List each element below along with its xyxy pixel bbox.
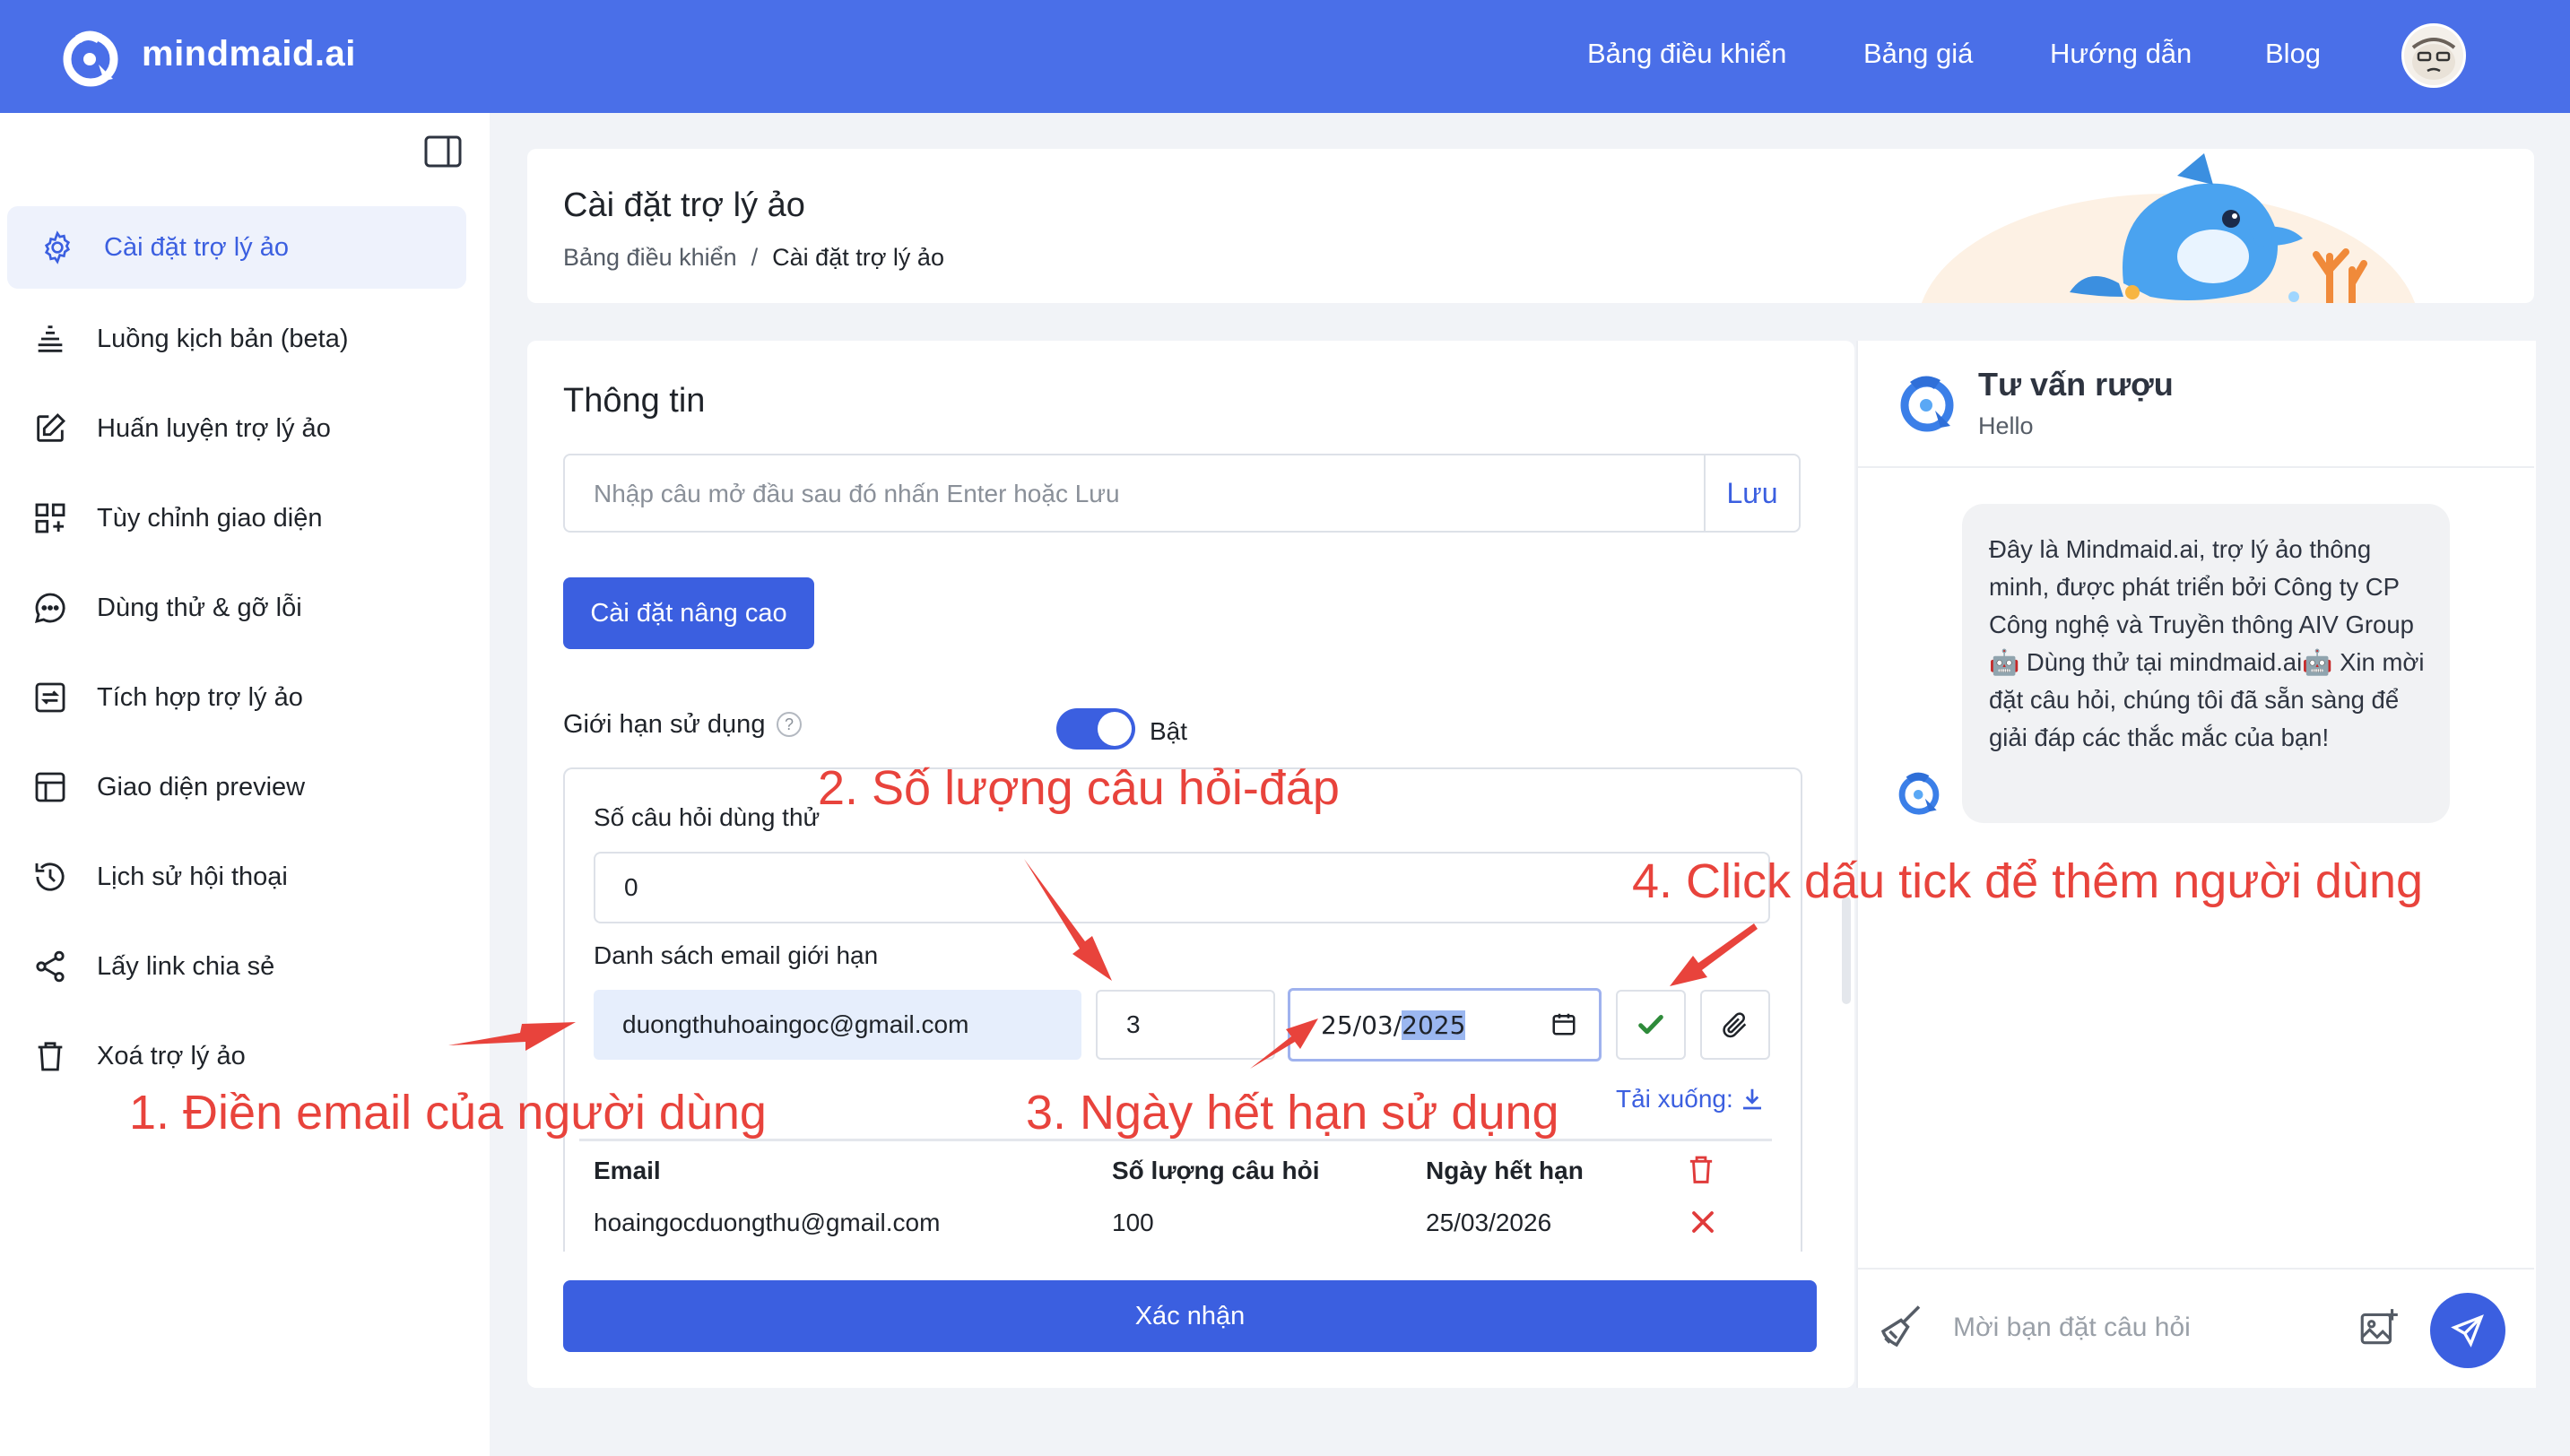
sidebar-item-label: Xoá trợ lý ảo: [97, 1041, 246, 1070]
nav-guide[interactable]: Hướng dẫn: [2050, 38, 2192, 70]
page-header-card: [527, 149, 2534, 303]
sidebar-item-label: Cài đặt trợ lý ảo: [104, 232, 289, 262]
page-title: Cài đặt trợ lý ảo: [563, 186, 805, 224]
date-year: 2025: [1402, 1010, 1466, 1040]
user-avatar[interactable]: [2401, 23, 2466, 88]
add-user-button[interactable]: [1616, 990, 1686, 1060]
history-icon: [30, 857, 70, 897]
usage-limit-label: Giới hạn sử dụng: [563, 710, 766, 739]
email-input[interactable]: duongthuhoaingoc@gmail.com: [594, 990, 1081, 1060]
usage-limit-toggle[interactable]: [1056, 708, 1135, 750]
chat-header-divider: [1856, 466, 2534, 468]
bot-status: Hello: [1978, 412, 2034, 439]
trash-icon: [30, 1036, 70, 1076]
sidebar-item-integration[interactable]: Tích hợp trợ lý ảo: [0, 656, 466, 739]
confirm-button[interactable]: Xác nhận: [563, 1280, 1817, 1352]
stack-icon: [30, 319, 70, 359]
paperclip-icon: [1723, 1012, 1747, 1038]
opening-message-input[interactable]: [565, 455, 1743, 533]
gear-icon: [38, 228, 77, 267]
save-button[interactable]: Lưu: [1704, 455, 1799, 531]
breadcrumb-current: Cài đặt trợ lý ảo: [772, 244, 944, 271]
breadcrumb: Bảng điều khiển / Cài đặt trợ lý ảo: [563, 244, 944, 272]
sidebar-item-label: Lịch sử hội thoại: [97, 862, 288, 891]
download-link[interactable]: Tải xuống:: [1616, 1085, 1766, 1114]
integration-icon: [30, 678, 70, 717]
chat-dots-icon: [30, 588, 70, 628]
add-image-icon[interactable]: [2357, 1305, 2401, 1350]
bot-logo-icon: [1894, 369, 1960, 436]
sidebar-toggle-icon[interactable]: [423, 134, 463, 169]
send-button[interactable]: [2430, 1293, 2505, 1368]
breadcrumb-separator: /: [751, 244, 759, 271]
bot-name: Tư vấn rượu: [1978, 366, 2174, 403]
annotation-1: 1. Điền email của người dùng: [129, 1086, 767, 1140]
opening-message-field: Lưu: [563, 454, 1801, 533]
advanced-settings-button[interactable]: Cài đặt nâng cao: [563, 577, 814, 649]
table-row-quantity: 100: [1112, 1209, 1154, 1236]
sidebar-item-trial[interactable]: Dùng thử & gỡ lỗi: [0, 567, 466, 649]
nav-blog[interactable]: Blog: [2265, 38, 2321, 70]
share-icon: [30, 947, 70, 986]
chat-input[interactable]: [1951, 1307, 2331, 1348]
sidebar-item-label: Tùy chỉnh giao diện: [97, 503, 323, 533]
sidebar-item-settings[interactable]: Cài đặt trợ lý ảo: [7, 206, 466, 289]
form-scrollbar[interactable]: [1842, 897, 1851, 1004]
check-icon: [1638, 1015, 1663, 1035]
attach-file-button[interactable]: [1700, 990, 1770, 1060]
sidebar-item-label: Tích hợp trợ lý ảo: [97, 682, 303, 712]
annotation-2: 2. Số lượng câu hỏi-đáp: [818, 761, 1340, 815]
nav-pricing[interactable]: Bảng giá: [1863, 38, 1973, 70]
sidebar-item-history[interactable]: Lịch sử hội thoại: [0, 836, 466, 918]
sidebar-item-training[interactable]: Huấn luyện trợ lý ảo: [0, 387, 466, 470]
delete-all-icon[interactable]: [1688, 1155, 1715, 1185]
chat-input-divider: [1856, 1268, 2534, 1270]
sidebar-item-flow[interactable]: Luồng kịch bản (beta): [0, 298, 466, 380]
column-header-quantity: Số lượng câu hỏi: [1112, 1157, 1320, 1184]
table-row-email: hoaingocduongthu@gmail.com: [594, 1209, 941, 1236]
sidebar-item-label: Giao diện preview: [97, 772, 306, 802]
toggle-knob: [1098, 712, 1132, 746]
column-header-email: Email: [594, 1157, 661, 1184]
bot-avatar-icon: [1894, 767, 1944, 818]
date-day-month: 25/03/: [1321, 1010, 1402, 1040]
toggle-state-label: Bật: [1150, 717, 1188, 745]
table-row-expiry: 25/03/2026: [1426, 1209, 1552, 1236]
email-list-label: Danh sách email giới hạn: [594, 941, 879, 969]
annotation-3: 3. Ngày hết hạn sử dụng: [1026, 1086, 1559, 1140]
dolphin-illustration: [1921, 153, 2416, 303]
expiry-date-input[interactable]: 25/03/2025: [1288, 988, 1602, 1062]
sidebar-item-label: Dùng thử & gỡ lỗi: [97, 593, 302, 622]
section-title: Thông tin: [563, 382, 706, 420]
chat-input-field: [1951, 1307, 2331, 1348]
sidebar-item-share[interactable]: Lấy link chia sẻ: [0, 925, 466, 1008]
help-icon[interactable]: ?: [777, 712, 802, 737]
bot-message-bubble: Đây là Mindmaid.ai, trợ lý ảo thông minh…: [1962, 504, 2450, 823]
delete-row-icon[interactable]: [1689, 1209, 1716, 1235]
column-header-expiry: Ngày hết hạn: [1426, 1157, 1584, 1184]
download-label: Tải xuống:: [1616, 1085, 1733, 1113]
brand-logo-icon[interactable]: [57, 23, 124, 90]
question-quantity-input[interactable]: 3: [1096, 990, 1275, 1060]
calendar-icon[interactable]: [1550, 1010, 1577, 1037]
trial-questions-label: Số câu hỏi dùng thử: [594, 803, 820, 831]
breadcrumb-dashboard[interactable]: Bảng điều khiển: [563, 244, 737, 271]
sidebar-item-label: Luồng kịch bản (beta): [97, 324, 349, 353]
download-icon: [1742, 1088, 1761, 1110]
nav-dashboard[interactable]: Bảng điều khiển: [1587, 38, 1786, 70]
brand-name[interactable]: mindmaid.ai: [142, 34, 356, 74]
grid-plus-icon: [30, 498, 70, 538]
send-icon: [2451, 1314, 2484, 1348]
trial-questions-input[interactable]: 0: [594, 852, 1770, 923]
clear-chat-icon[interactable]: [1874, 1300, 1928, 1354]
sidebar-item-preview[interactable]: Giao diện preview: [0, 746, 466, 828]
sidebar-item-customize[interactable]: Tùy chỉnh giao diện: [0, 477, 466, 559]
layout-icon: [30, 767, 70, 807]
sidebar-item-label: Lấy link chia sẻ: [97, 951, 275, 981]
edit-icon: [30, 409, 70, 448]
sidebar-item-label: Huấn luyện trợ lý ảo: [97, 413, 331, 443]
annotation-4: 4. Click dấu tick để thêm người dùng: [1632, 854, 2424, 908]
